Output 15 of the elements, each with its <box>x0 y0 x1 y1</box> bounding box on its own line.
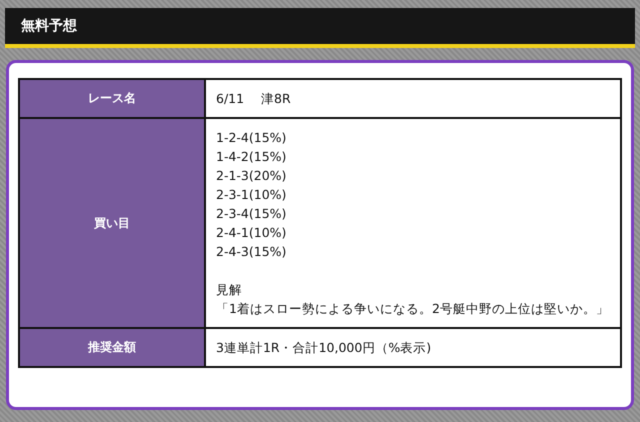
cell-text: 2-3-4(15%) <box>216 205 288 223</box>
row-label: レース名 <box>19 79 205 118</box>
cell-text: 6/11 津8R <box>216 90 292 108</box>
cell-text: 2-4-3(15%) <box>216 243 288 261</box>
row-label: 推奨金額 <box>19 328 205 367</box>
cell-text: 1-2-4(15%) <box>216 129 288 147</box>
cell-text: 1-4-2(15%) <box>216 148 288 166</box>
cell-text: 2-3-1(10%) <box>216 186 288 204</box>
cell-text: 見解 <box>216 281 243 299</box>
cell-text: 「1着はスロー勢による争いになる。2号艇中野の上位は堅いか。」 <box>216 300 610 318</box>
cell-text: 2-1-3(20%) <box>216 167 288 185</box>
cell-text: 2-4-1(10%) <box>216 224 288 242</box>
row-label: 買い目 <box>19 118 205 328</box>
cell-text: 3連単計1R・合計10,000円（%表示) <box>216 339 432 357</box>
page-title: 無料予想 <box>21 17 77 35</box>
